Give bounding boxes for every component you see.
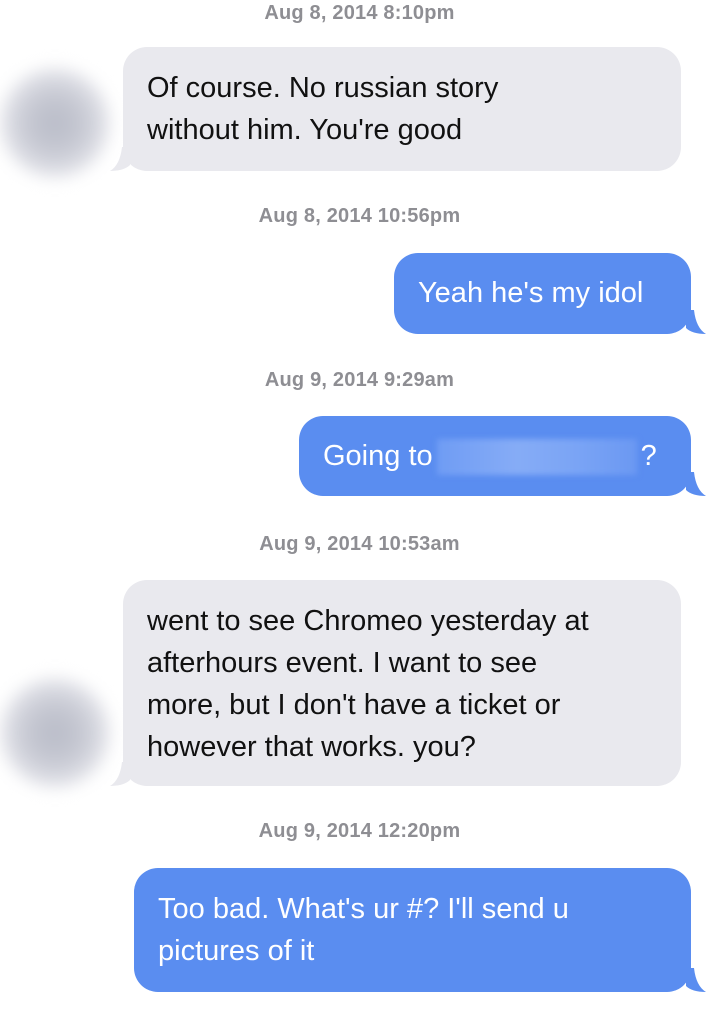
sent-message-bubble[interactable]: Going to? [299, 416, 691, 496]
message-line: went to see Chromeo yesterday at [147, 605, 589, 637]
received-bubble-tail [110, 762, 130, 786]
message-line: Of course. No russian story [147, 72, 499, 104]
received-bubble-tail [110, 147, 130, 171]
message-line: Yeah he's my idol [418, 277, 644, 309]
message-line: more, but I don't have a ticket or [147, 689, 561, 721]
sent-bubble-tail [686, 310, 706, 334]
message-line: afterhours event. I want to see [147, 647, 538, 679]
message-line: however that works. you? [147, 731, 476, 763]
message-timestamp: Aug 8, 2014 10:56pm [258, 205, 461, 227]
message-timestamp: Aug 9, 2014 9:29am [264, 369, 455, 391]
message-text-prefix: Going to [323, 440, 433, 472]
message-timestamp: Aug 9, 2014 12:20pm [258, 820, 461, 842]
sent-message-bubble[interactable]: Too bad. What's ur #? I'll send u pictur… [134, 868, 691, 992]
sent-message-bubble[interactable]: Yeah he's my idol [394, 253, 691, 334]
redacted-text [436, 439, 637, 476]
message-line: without him. You're good [147, 114, 463, 146]
message-line: pictures of it [158, 935, 315, 967]
message-line: Too bad. What's ur #? I'll send u [158, 893, 569, 925]
message-text-suffix: ? [640, 440, 657, 472]
contact-avatar[interactable] [0, 678, 110, 788]
received-message-bubble[interactable]: Of course. No russian story without him.… [123, 47, 681, 171]
sent-bubble-tail [686, 968, 706, 992]
sent-bubble-tail [686, 472, 706, 496]
received-message-bubble[interactable]: went to see Chromeo yesterday at afterho… [123, 580, 681, 786]
contact-avatar[interactable] [0, 68, 110, 178]
message-timestamp: Aug 8, 2014 8:10pm [264, 2, 455, 24]
message-timestamp: Aug 9, 2014 10:53am [259, 533, 460, 555]
message-thread: { "messages": [ { "timestamp": "Aug 8, 2… [0, 0, 719, 1017]
